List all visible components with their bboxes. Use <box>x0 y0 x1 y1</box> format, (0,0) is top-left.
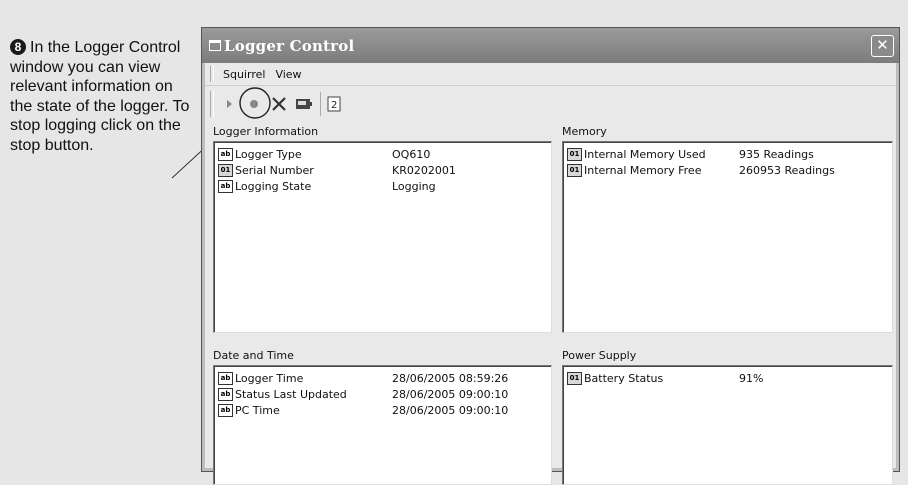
logger-information-list[interactable]: ab Logger Type OQ610 01 Serial Number KR… <box>213 141 552 333</box>
date-time-list[interactable]: ab Logger Time 28/06/2005 08:59:26 ab St… <box>213 365 552 485</box>
date-time-title: Date and Time <box>213 349 294 362</box>
start-button[interactable] <box>218 93 240 115</box>
toolbar-separator <box>320 92 321 116</box>
item-name: Internal Memory Free <box>584 163 702 177</box>
power-supply-title: Power Supply <box>562 349 637 362</box>
item-value: 28/06/2005 08:59:26 <box>392 371 509 385</box>
cancel-button[interactable] <box>268 93 290 115</box>
close-button[interactable]: ✕ <box>871 34 894 57</box>
text-field-icon: ab <box>218 403 233 417</box>
text-field-icon: ab <box>218 371 233 385</box>
power-supply-list[interactable]: 01 Battery Status 91% <box>562 365 893 485</box>
list-item[interactable]: 01 Serial Number KR0202001 <box>214 162 551 178</box>
item-value: OQ610 <box>392 147 431 161</box>
window-client: Squirrel View 2 Logger Information ab Lo… <box>205 63 896 485</box>
item-value: 935 Readings <box>739 147 814 161</box>
list-item[interactable]: ab PC Time 28/06/2005 09:00:10 <box>214 402 551 418</box>
item-name: Logger Type <box>235 147 302 161</box>
numeric-field-icon: 01 <box>567 371 582 385</box>
step-badge: 8 <box>10 39 26 55</box>
list-item[interactable]: ab Status Last Updated 28/06/2005 09:00:… <box>214 386 551 402</box>
item-value: Logging <box>392 179 436 193</box>
logger-control-window: Logger Control ✕ Squirrel View 2 Logger … <box>201 27 900 485</box>
list-item[interactable]: ab Logger Time 28/06/2005 08:59:26 <box>214 370 551 386</box>
display-button[interactable] <box>293 93 315 115</box>
callout-text: In the Logger Control window you can vie… <box>10 39 190 154</box>
app-window-icon <box>209 40 221 51</box>
memory-title: Memory <box>562 125 607 138</box>
memory-list[interactable]: 01 Internal Memory Used 935 Readings 01 … <box>562 141 893 333</box>
title-bar: Logger Control ✕ <box>202 28 899 63</box>
display-icon <box>296 99 312 109</box>
item-value: 260953 Readings <box>739 163 835 177</box>
numeric-field-icon: 01 <box>567 147 582 161</box>
refresh-button[interactable]: 2 <box>323 93 345 115</box>
window-title: Logger Control <box>224 36 355 55</box>
item-value: 28/06/2005 09:00:10 <box>392 387 509 401</box>
stop-x-icon <box>272 97 286 111</box>
numeric-field-icon: 01 <box>567 163 582 177</box>
record-icon <box>250 100 258 108</box>
logger-information-panel: Logger Information ab Logger Type OQ610 … <box>213 125 552 333</box>
logger-information-title: Logger Information <box>213 125 319 138</box>
item-name: Logger Time <box>235 371 304 385</box>
item-value: KR0202001 <box>392 163 456 177</box>
menu-view[interactable]: View <box>270 66 306 83</box>
memory-panel: Memory 01 Internal Memory Used 935 Readi… <box>562 125 893 333</box>
toolbar: 2 <box>205 86 896 122</box>
play-icon <box>227 100 232 108</box>
stop-button[interactable] <box>243 93 265 115</box>
item-name: Internal Memory Used <box>584 147 706 161</box>
text-field-icon: ab <box>218 179 233 193</box>
list-item[interactable]: 01 Battery Status 91% <box>563 370 892 386</box>
list-item[interactable]: 01 Internal Memory Used 935 Readings <box>563 146 892 162</box>
toolbar-grip[interactable] <box>210 91 214 117</box>
refresh-icon: 2 <box>327 96 341 112</box>
item-name: Serial Number <box>235 163 314 177</box>
instruction-callout: 8 In the Logger Control window you can vi… <box>10 38 195 155</box>
item-value: 91% <box>739 371 764 385</box>
menubar-grip[interactable] <box>210 66 214 82</box>
date-time-panel: Date and Time ab Logger Time 28/06/2005 … <box>213 349 552 485</box>
menu-bar: Squirrel View <box>205 63 896 86</box>
list-item[interactable]: ab Logging State Logging <box>214 178 551 194</box>
power-supply-panel: Power Supply 01 Battery Status 91% <box>562 349 893 485</box>
list-item[interactable]: 01 Internal Memory Free 260953 Readings <box>563 162 892 178</box>
menu-squirrel[interactable]: Squirrel <box>218 66 270 83</box>
text-field-icon: ab <box>218 387 233 401</box>
item-name: Status Last Updated <box>235 387 347 401</box>
svg-text:2: 2 <box>331 100 337 111</box>
item-name: Logging State <box>235 179 312 193</box>
text-field-icon: ab <box>218 147 233 161</box>
list-item[interactable]: ab Logger Type OQ610 <box>214 146 551 162</box>
item-name: PC Time <box>235 403 280 417</box>
item-name: Battery Status <box>584 371 664 385</box>
item-value: 28/06/2005 09:00:10 <box>392 403 509 417</box>
numeric-field-icon: 01 <box>218 163 233 177</box>
